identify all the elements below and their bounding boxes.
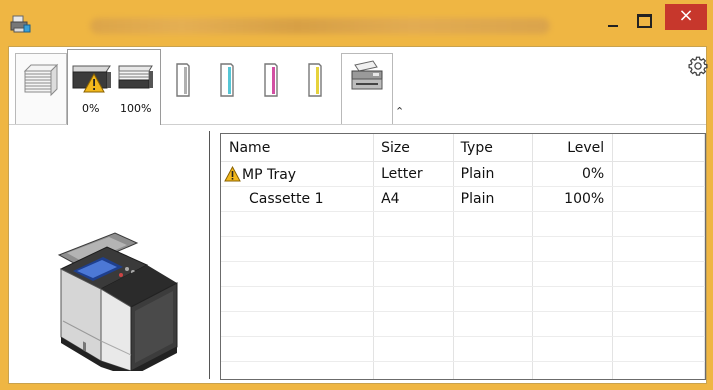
toner-cyan-icon — [220, 63, 234, 97]
empty-row — [221, 261, 705, 287]
empty-row — [221, 211, 705, 237]
panel-divider[interactable] — [209, 131, 210, 379]
row-filler-cell — [612, 186, 705, 212]
paper-tray-table: Name Size Type Level MP Tray Letter Plai… — [220, 133, 706, 380]
window-title-blurred — [90, 18, 550, 34]
row-name-cell: MP Tray — [221, 161, 375, 187]
row-type-cell: Plain — [453, 161, 533, 187]
printer-device-image — [57, 232, 178, 371]
empty-row — [221, 286, 705, 312]
tray-1-level-label: 0% — [82, 102, 100, 115]
tray-icon — [118, 65, 153, 89]
scanner-icon — [351, 60, 383, 90]
column-header-empty — [612, 134, 705, 162]
paper-stack-icon — [23, 63, 59, 97]
row-filler-cell — [612, 161, 705, 187]
maximize-button[interactable] — [630, 10, 656, 32]
row-size-cell: Letter — [373, 161, 454, 187]
tab-paper-trays[interactable]: 0% 100% — [67, 49, 161, 125]
printer-app-icon[interactable] — [10, 14, 32, 34]
warning-icon — [224, 165, 241, 181]
close-button[interactable]: × — [665, 4, 707, 30]
column-header-size[interactable]: Size — [373, 134, 454, 162]
title-bar[interactable]: × — [0, 0, 713, 46]
settings-gear-icon[interactable] — [687, 55, 709, 77]
table-row[interactable]: Cassette 1 A4 Plain 100% — [221, 186, 705, 212]
row-type-cell: Plain — [453, 186, 533, 212]
table-row[interactable]: MP Tray Letter Plain 0% — [221, 161, 705, 187]
tab-toner[interactable] — [161, 53, 339, 123]
tray-warning-icon — [72, 65, 111, 93]
device-panel — [9, 125, 207, 383]
tray-2-level-label: 100% — [120, 102, 152, 115]
empty-row — [221, 361, 705, 379]
column-header-name[interactable]: Name — [221, 134, 375, 162]
tab-scanner[interactable] — [341, 53, 393, 124]
client-area: 0% 100% ⌃ Name Size Type Level MP Tray L… — [8, 46, 709, 384]
row-name-cell: Cassette 1 — [221, 186, 375, 212]
status-monitor-window: × 0% 100% ⌃ Name Size Type Level MP Tray… — [0, 0, 713, 390]
toner-yellow-icon — [308, 63, 322, 97]
row-level-cell: 0% — [532, 161, 614, 187]
close-icon: × — [678, 5, 694, 26]
column-header-level[interactable]: Level — [532, 134, 614, 162]
row-level-cell: 100% — [532, 186, 614, 212]
toner-black-icon — [176, 63, 190, 97]
empty-row — [221, 311, 705, 337]
tab-paper[interactable] — [15, 53, 67, 124]
empty-row — [221, 336, 705, 362]
table-header-row: Name Size Type Level — [221, 134, 705, 162]
status-toolbar: 0% 100% ⌃ — [9, 47, 709, 125]
empty-row — [221, 236, 705, 262]
chevron-up-icon[interactable]: ⌃ — [395, 105, 404, 118]
row-name-text: MP Tray — [242, 166, 297, 183]
toner-magenta-icon — [264, 63, 278, 97]
row-size-cell: A4 — [373, 186, 454, 212]
minimize-button[interactable] — [600, 12, 626, 32]
column-header-type[interactable]: Type — [453, 134, 533, 162]
